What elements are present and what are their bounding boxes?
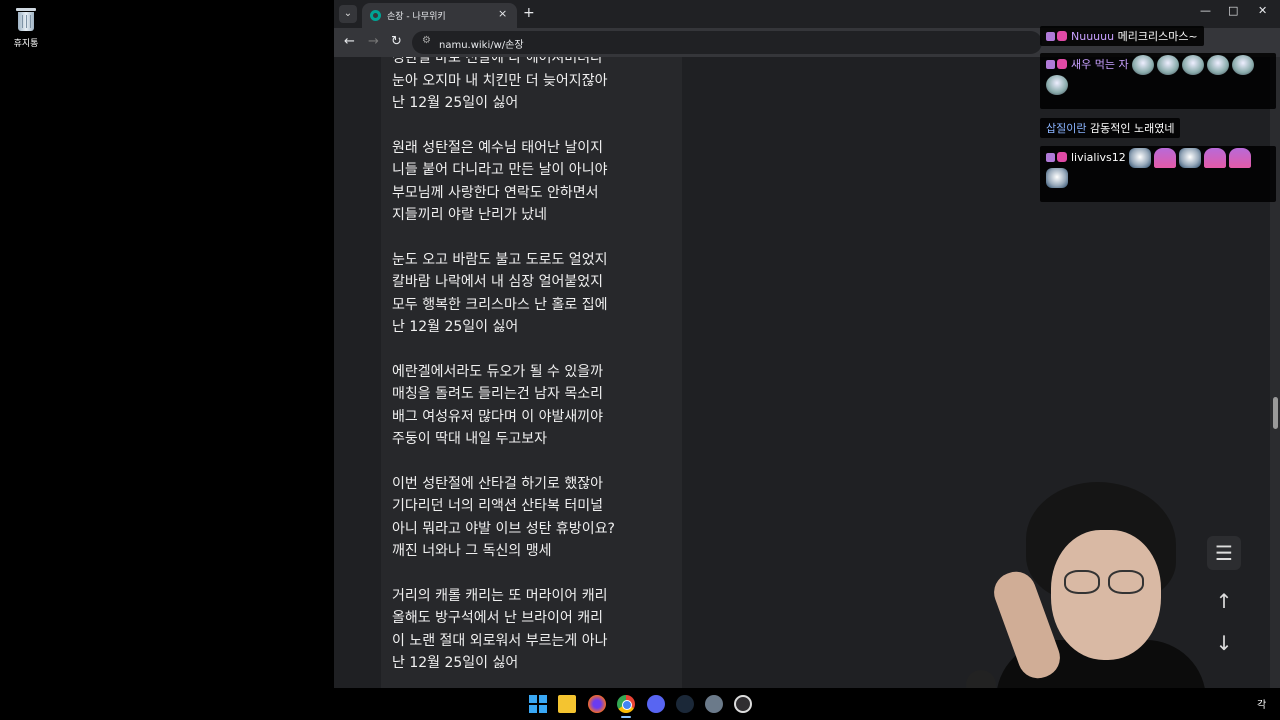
settings-icon[interactable]	[705, 695, 723, 713]
discord-icon[interactable]	[647, 695, 665, 713]
chat-message: Nuuuuu 메리크리스마스~	[1040, 26, 1204, 46]
lyric-line: 눈아 오지마 내 치킨만 더 늦어지잖아	[392, 72, 608, 89]
emote-icon	[1232, 55, 1255, 75]
sub-badge-icon	[1046, 60, 1055, 69]
toc-button[interactable]: ☰	[1207, 536, 1241, 570]
lyric-stanza: 원래 성탄절은 예수님 태어난 날이지니들 붙어 다니라고 만든 날이 아니야부…	[392, 137, 682, 227]
recycle-bin-icon	[15, 6, 37, 32]
emote-icon	[1179, 148, 1202, 168]
lyric-stanza: 눈도 오고 바람도 불고 도로도 얼었지칼바람 나락에서 내 심장 얼어붙었지모…	[392, 249, 682, 339]
emote-icon	[1132, 55, 1155, 75]
screen: 휴지통 ⌄ 손장 - 나무위키 × + — □ ✕ ← → ↻ ⚙ namu.w…	[0, 0, 1280, 720]
site-info-icon[interactable]: ⚙	[422, 35, 431, 46]
scroll-bottom-button[interactable]: ↓	[1207, 626, 1241, 660]
active-app-indicator	[621, 716, 631, 718]
lyric-stanza: 에란겔에서라도 듀오가 될 수 있을까매칭을 돌려도 들리는건 남자 목소리배그…	[392, 361, 682, 451]
webcam-overlay	[966, 470, 1206, 720]
lyric-line: 거리의 캐롤 캐리는 또 머라이어 캐리	[392, 587, 608, 604]
start-button[interactable]	[529, 695, 547, 713]
emote-icon	[1129, 148, 1152, 168]
chat-text: 메리크리스마스~	[1117, 30, 1198, 43]
lyric-line: 배그 여성유저 많다며 이 야발새끼야	[392, 408, 603, 425]
lyric-stanza: 이번 성탄절에 산타걸 하기로 했잖아기다리던 너의 리액션 산타복 터미널아니…	[392, 473, 682, 563]
sub-badge-icon	[1046, 153, 1055, 162]
emote-icon	[1046, 168, 1068, 188]
glasses-icon	[1064, 570, 1148, 596]
lyric-stanza: 거리의 캐롤 캐리는 또 머라이어 캐리올해도 방구석에서 난 브라이어 캐리이…	[392, 585, 682, 675]
recycle-bin-shortcut[interactable]: 휴지통	[8, 6, 44, 49]
article-body: 성탄절 바로 전날에 다 헤어져버려라눈아 오지마 내 치킨만 더 늦어지잖아난…	[381, 57, 682, 688]
tab-search-button[interactable]: ⌄	[339, 5, 357, 23]
lyric-line: 아니 뭐라고 야발 이브 성탄 휴방이요?	[392, 520, 615, 537]
scroll-top-button[interactable]: ↑	[1207, 584, 1241, 618]
lyric-line: 주둥이 딱대 내일 두고보자	[392, 431, 548, 447]
recycle-bin-label: 휴지통	[13, 39, 39, 49]
lyric-line: 칼바람 나락에서 내 심장 얼어붙었지	[392, 274, 603, 290]
lyric-line: 기다리던 너의 리액션 산타복 터미널	[392, 498, 603, 514]
chat-username: 삽질이란	[1046, 122, 1087, 135]
reload-button[interactable]: ↻	[391, 34, 402, 49]
lyric-line: 난 12월 25일이 싫어	[392, 655, 519, 671]
chat-message: 새우 먹는 자	[1040, 53, 1276, 109]
namuwiki-favicon-icon	[370, 10, 381, 21]
lyric-line: 올해도 방구석에서 난 브라이어 캐리	[392, 610, 603, 626]
tab-title: 손장 - 나무위키	[387, 12, 446, 22]
chevron-down-icon: ⌄	[343, 8, 353, 19]
input-method-indicator[interactable]: 각	[1257, 696, 1266, 711]
file-explorer-icon[interactable]	[558, 695, 576, 713]
chat-username: Nuuuuu	[1071, 30, 1115, 43]
lyric-line: 매칭을 돌려도 들리는건 남자 목소리	[392, 386, 603, 402]
steam-icon[interactable]	[676, 695, 694, 713]
forward-button[interactable]: →	[368, 34, 379, 49]
new-tab-button[interactable]: +	[523, 5, 535, 21]
active-tab[interactable]: 손장 - 나무위키 ×	[362, 3, 517, 28]
windows-logo-icon	[529, 695, 537, 703]
emote-icon	[1207, 55, 1230, 75]
chat-username: livialivs12	[1071, 151, 1126, 164]
lyric-line: 성탄절 바로 전날에 다 헤어져버려라	[392, 57, 603, 66]
chat-message: livialivs12	[1040, 146, 1276, 202]
back-button[interactable]: ←	[344, 34, 355, 49]
stream-chat-overlay: Nuuuuu 메리크리스마스~ 새우 먹는 자 삽질이란 감동적인 노래였네 l…	[1036, 0, 1280, 210]
lyric-line: 이번 성탄절에 산타걸 하기로 했잖아	[392, 475, 603, 492]
heart-badge-icon	[1057, 152, 1067, 162]
lyric-line: 부모님께 사랑한다 연락도 안하면서	[392, 184, 599, 201]
lyric-line: 눈도 오고 바람도 불고 도로도 얼었지	[392, 251, 608, 268]
sub-badge-icon	[1046, 32, 1055, 41]
address-bar[interactable]: ⚙ namu.wiki/w/손장	[412, 31, 1042, 54]
emote-icon	[1046, 75, 1068, 95]
lyric-line: 지들끼리 야랄 난리가 났네	[392, 207, 548, 223]
arrow-down-icon: ↓	[1215, 631, 1233, 655]
emote-icon	[1229, 148, 1252, 168]
lyrics-block: 성탄절 바로 전날에 다 헤어져버려라눈아 오지마 내 치킨만 더 늦어지잖아난…	[392, 57, 682, 688]
emote-icon	[1154, 148, 1177, 168]
emote-icon	[1182, 55, 1205, 75]
chrome-icon[interactable]	[617, 695, 635, 713]
scrollbar-thumb[interactable]	[1273, 397, 1278, 429]
lyric-line: 깨진 너와나 그 독신의 맹세	[392, 543, 552, 559]
lyric-line: 원래 성탄절은 예수님 태어난 날이지	[392, 139, 603, 156]
lyric-line: 이 노랜 절대 외로워서 부르는게 아나	[392, 632, 608, 649]
lyric-line: 난 12월 25일이 싫어	[392, 95, 519, 111]
list-icon: ☰	[1215, 541, 1233, 565]
tab-close-button[interactable]: ×	[498, 7, 507, 20]
emote-icon	[1204, 148, 1227, 168]
url-text: namu.wiki/w/손장	[439, 40, 524, 51]
chat-text: 감동적인 노래였네	[1089, 122, 1175, 135]
lyric-line: 니들 붙어 다니라고 만든 날이 아니야	[392, 162, 608, 178]
lyric-stanza: 성탄절 바로 전날에 다 헤어져버려라눈아 오지마 내 치킨만 더 늦어지잖아난…	[392, 57, 682, 115]
chat-message: 삽질이란 감동적인 노래였네	[1040, 118, 1181, 138]
firefox-icon[interactable]	[588, 695, 606, 713]
heart-badge-icon	[1057, 31, 1067, 41]
taskbar	[0, 688, 1280, 720]
lyric-line: 난 12월 25일이 싫어	[392, 319, 519, 335]
arrow-up-icon: ↑	[1215, 589, 1233, 613]
lyric-line: 모두 행복한 크리스마스 난 홀로 집에	[392, 296, 608, 313]
lyric-line: 에란겔에서라도 듀오가 될 수 있을까	[392, 363, 603, 380]
chat-username: 새우 먹는 자	[1071, 58, 1129, 71]
heart-badge-icon	[1057, 59, 1067, 69]
obs-icon[interactable]	[734, 695, 752, 713]
emote-icon	[1157, 55, 1180, 75]
